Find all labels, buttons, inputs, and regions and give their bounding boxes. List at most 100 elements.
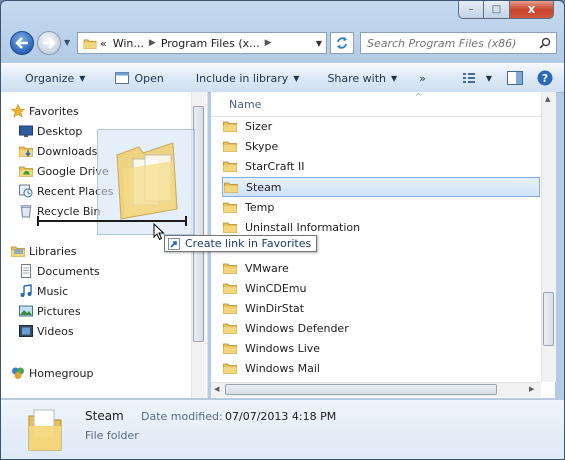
chevron-down-icon: ▼ [79, 73, 86, 83]
folder-icon [223, 160, 237, 172]
dragged-folder-icon [116, 142, 178, 220]
list-item-selected[interactable]: Steam [222, 177, 540, 197]
view-list-icon [462, 73, 475, 83]
change-view-button[interactable] [462, 70, 480, 86]
help-button[interactable]: ? [536, 70, 554, 86]
nav-label: Homegroup [29, 366, 94, 380]
folder-icon [223, 362, 237, 374]
chevron-right-icon[interactable]: ▶ [263, 38, 274, 48]
details-item-name: Steam [85, 409, 124, 423]
scroll-left-arrow-icon[interactable]: ◀ [214, 385, 219, 393]
chevron-down-icon[interactable]: ▼ [486, 74, 492, 83]
recent-places-icon [19, 184, 33, 198]
nav-label: Favorites [29, 104, 79, 118]
list-item[interactable]: StarCraft II [223, 156, 537, 176]
drop-insertion-line [37, 216, 187, 226]
star-icon [11, 104, 25, 118]
list-item[interactable]: Windows Defender [223, 318, 537, 338]
folder-icon [223, 262, 237, 274]
search-icon[interactable] [539, 37, 551, 49]
close-button[interactable]: x [510, 1, 554, 19]
pictures-icon [19, 305, 33, 317]
documents-icon [21, 264, 31, 278]
address-bar[interactable]: « Win... ▶ Program Files (x... ▶ ▼ [77, 32, 327, 54]
folder-icon [28, 409, 62, 451]
breadcrumb-overflow[interactable]: « [97, 37, 110, 50]
list-item[interactable]: WinCDEmu [223, 278, 537, 298]
file-list-vertical-scrollbar[interactable]: ▲ [541, 92, 556, 382]
caption-buttons: – □ x [458, 1, 554, 20]
list-item[interactable]: Skype [223, 136, 537, 156]
nav-item-music[interactable]: Music [20, 282, 68, 300]
maximize-button[interactable]: □ [484, 1, 510, 19]
nav-item-recycle-bin[interactable]: Recycle Bin [20, 202, 101, 220]
list-item[interactable]: Temp [223, 197, 537, 217]
search-input[interactable] [361, 35, 539, 51]
list-item[interactable]: VMware [223, 258, 537, 278]
view-controls: ▼ ? [456, 70, 564, 86]
item-name: VMware [245, 261, 289, 275]
list-item[interactable]: Windows Mail [223, 358, 537, 378]
details-item-type: File folder [85, 429, 139, 442]
nav-item-downloads[interactable]: Downloads [37, 142, 97, 160]
shortcut-arrow-icon [168, 237, 180, 250]
nav-label: Documents [37, 264, 100, 278]
open-icon [115, 72, 130, 84]
scroll-right-arrow-icon[interactable]: ▶ [529, 385, 534, 393]
nav-item-pictures[interactable]: Pictures [19, 302, 81, 320]
chevron-down-icon[interactable]: ▼ [316, 39, 322, 48]
column-header-name[interactable]: Name ^ [211, 92, 541, 117]
item-name: Temp [245, 200, 275, 214]
file-list-horizontal-scrollbar[interactable]: ◀ ▶ [211, 382, 541, 397]
libraries-icon [11, 244, 25, 258]
nav-libraries[interactable]: Libraries [29, 242, 77, 260]
nav-item-desktop[interactable]: Desktop [19, 122, 82, 140]
folder-icon [223, 201, 237, 213]
list-item[interactable]: WinDirStat [223, 298, 537, 318]
breadcrumb-program-files[interactable]: Program Files (x... [158, 37, 263, 50]
open-button[interactable]: Open [93, 64, 171, 92]
more-commands-button[interactable]: » [405, 64, 434, 92]
chevron-right-icon[interactable]: ▶ [147, 38, 158, 48]
item-name: WinDirStat [245, 301, 305, 315]
music-icon [20, 284, 32, 297]
folder-icon [223, 282, 237, 294]
preview-pane-button[interactable] [506, 70, 524, 86]
details-pane: Steam Date modified: 07/07/2013 4:18 PM … [1, 399, 564, 459]
list-item[interactable]: Sizer [223, 116, 537, 136]
chevron-down-icon: ▼ [391, 73, 398, 83]
recent-pages-dropdown[interactable]: ▼ [64, 38, 70, 47]
open-label: Open [134, 71, 164, 85]
column-name-label: Name [229, 98, 262, 111]
organize-button[interactable]: Organize ▼ [1, 64, 93, 92]
nav-label: Videos [37, 324, 74, 338]
list-item[interactable]: Uninstall Information [223, 217, 537, 237]
google-drive-icon [19, 164, 33, 178]
item-name: Windows Live [245, 341, 321, 355]
back-button[interactable] [10, 31, 34, 55]
horizontal-scroll-thumb[interactable] [225, 384, 497, 395]
share-with-button[interactable]: Share with ▼ [307, 64, 405, 92]
include-in-library-button[interactable]: Include in library ▼ [172, 64, 308, 92]
breadcrumb-windows[interactable]: Win... [110, 37, 147, 50]
nav-homegroup[interactable]: Homegroup [12, 364, 94, 382]
vertical-scroll-thumb[interactable] [543, 292, 554, 346]
nav-item-videos[interactable]: Videos [19, 322, 74, 340]
scroll-up-arrow-icon[interactable]: ▲ [545, 95, 550, 103]
list-item[interactable]: Windows Live [223, 338, 537, 358]
nav-label: Downloads [37, 144, 98, 158]
nav-favorites[interactable]: Favorites [11, 102, 79, 120]
refresh-button[interactable] [330, 32, 354, 54]
tooltip-text: Create link in Favorites [185, 237, 312, 250]
nav-label: Pictures [37, 304, 81, 318]
nav-label: Recycle Bin [37, 204, 101, 218]
nav-label: Libraries [29, 244, 77, 258]
item-name: Uninstall Information [245, 220, 361, 234]
details-modified-value: 07/07/2013 4:18 PM [225, 410, 337, 423]
minimize-button[interactable]: – [458, 1, 484, 19]
nav-item-documents[interactable]: Documents [21, 262, 100, 280]
search-box[interactable] [360, 32, 557, 54]
folder-icon [223, 302, 237, 314]
forward-button[interactable] [37, 31, 61, 55]
item-name: StarCraft II [245, 159, 305, 173]
